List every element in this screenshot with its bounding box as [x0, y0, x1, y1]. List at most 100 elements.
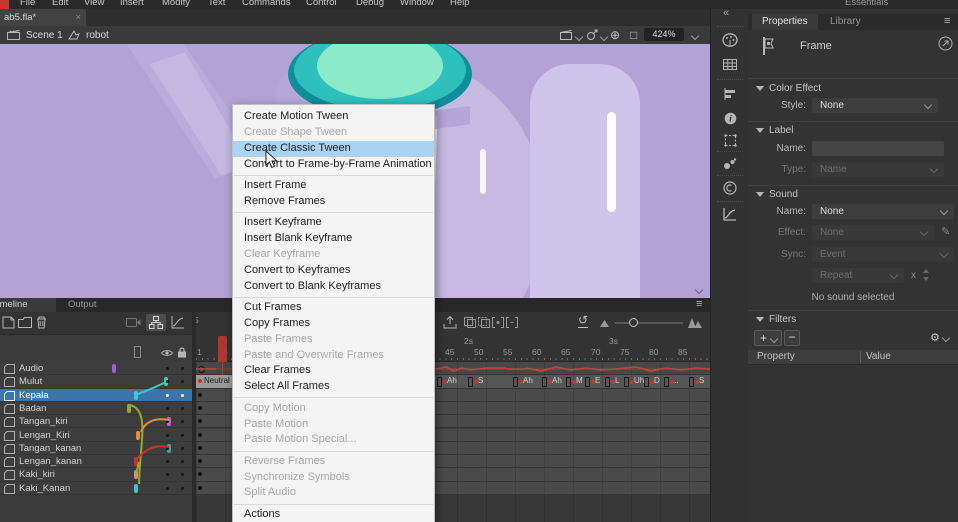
menu-item-insert-frame[interactable]: Insert Frame — [233, 178, 434, 194]
lock-dot[interactable] — [181, 394, 184, 397]
mouth-keyframe[interactable]: S — [478, 376, 483, 387]
sound-name-dropdown[interactable]: None — [812, 204, 954, 219]
mouth-keyframe[interactable]: Ah — [552, 376, 562, 387]
label-name-input[interactable] — [812, 141, 944, 156]
menu-modify[interactable]: Modify — [162, 0, 190, 8]
menu-item-remove-frames[interactable]: Remove Frames — [233, 194, 434, 210]
menu-debug[interactable]: Debug — [356, 0, 384, 8]
frame-size-slider-knob[interactable] — [629, 318, 638, 327]
lock-dot[interactable] — [181, 460, 184, 463]
lock-icon[interactable] — [177, 347, 187, 358]
lock-dot[interactable] — [181, 447, 184, 450]
workspace-switcher[interactable]: Essentials — [845, 0, 888, 8]
transform-panel-icon[interactable] — [720, 131, 740, 149]
menu-help[interactable]: Help — [450, 0, 470, 8]
edit-multiple-frames-icon[interactable] — [492, 317, 504, 328]
layer-row-lengan-kiri[interactable]: Lengan_Kiri — [0, 429, 196, 442]
layer-row-kaki-kanan[interactable]: Kaki_Kanan — [0, 482, 196, 495]
lock-dot[interactable] — [181, 380, 184, 383]
mouth-keyframe[interactable]: .. — [674, 376, 678, 387]
timeline-menu-icon[interactable]: ≡ — [696, 298, 702, 310]
layer-row-audio[interactable]: Audio — [0, 362, 196, 375]
clip-content-icon[interactable]: □ — [630, 28, 637, 42]
graph-editor-icon[interactable] — [171, 316, 185, 329]
collapse-panels-icon[interactable]: « — [723, 7, 729, 19]
motion-editor-panel-icon[interactable] — [720, 205, 740, 223]
layer-row-tangan-kanan[interactable]: Tangan_kanan — [0, 442, 196, 455]
menu-item-select-all-frames[interactable]: Select All Frames — [233, 379, 434, 395]
visibility-dot[interactable] — [166, 473, 169, 476]
layer-color-marker[interactable] — [134, 484, 138, 493]
mouth-keyframe[interactable]: Uh — [634, 376, 644, 387]
edit-symbols-icon[interactable] — [586, 29, 598, 41]
modify-markers-icon[interactable] — [506, 317, 518, 328]
tab-properties[interactable]: Properties — [752, 14, 818, 30]
lock-dot[interactable] — [181, 473, 184, 476]
menu-item-cut-frames[interactable]: Cut Frames — [233, 300, 434, 316]
breadcrumb-scene[interactable]: Scene 1 — [26, 30, 63, 41]
menu-item-convert-to-blank-keyframes[interactable]: Convert to Blank Keyframes — [233, 279, 434, 295]
breadcrumb-symbol[interactable]: robot — [86, 30, 109, 41]
mouth-keyframe[interactable]: M — [576, 376, 583, 387]
layer-row-kepala[interactable]: Kepala — [0, 389, 196, 402]
section-label[interactable]: Label — [756, 125, 793, 136]
playhead-marker[interactable] — [218, 336, 227, 362]
visibility-dot[interactable] — [166, 460, 169, 463]
color-panel-icon[interactable] — [720, 31, 740, 49]
visibility-dot[interactable] — [166, 380, 169, 383]
visibility-dot[interactable] — [166, 407, 169, 410]
menu-window[interactable]: Window — [400, 0, 434, 8]
remove-filter-button[interactable]: − — [784, 330, 800, 346]
show-parenting-button[interactable] — [146, 314, 166, 331]
center-stage-icon[interactable]: ⊕ — [610, 28, 620, 42]
info-panel-icon[interactable]: i — [720, 109, 740, 127]
layer-color-marker[interactable] — [134, 391, 138, 400]
visibility-dot[interactable] — [166, 487, 169, 490]
layer-row-kaki-kiri[interactable]: Kaki_kiri — [0, 468, 196, 481]
quick-share-icon[interactable] — [938, 36, 953, 51]
mouth-keyframe[interactable]: S — [699, 376, 704, 387]
new-folder-icon[interactable] — [18, 317, 32, 328]
section-sound[interactable]: Sound — [756, 189, 798, 200]
layer-color-marker[interactable] — [127, 404, 131, 413]
zoom-chevron[interactable] — [691, 32, 699, 40]
close-icon[interactable]: × — [75, 9, 81, 26]
menu-control[interactable]: Control — [306, 0, 337, 8]
brush-library-panel-icon[interactable] — [720, 155, 740, 173]
eye-icon[interactable] — [161, 349, 173, 357]
section-filters[interactable]: Filters — [756, 314, 796, 325]
layer-color-marker[interactable] — [134, 470, 138, 479]
filter-options-button[interactable]: ⚙ — [930, 330, 956, 346]
menu-item-convert-frame-by-frame[interactable]: Convert to Frame-by-Frame Animation › — [233, 157, 434, 173]
menu-item-clear-frames[interactable]: Clear Frames — [233, 363, 434, 379]
edit-symbols-chevron[interactable] — [600, 33, 608, 41]
layer-color-marker[interactable] — [136, 431, 140, 440]
layer-row-tangan-kiri[interactable]: Tangan_kiri — [0, 415, 196, 428]
panel-menu-icon[interactable]: ≡ — [944, 15, 950, 27]
edit-scene-icon[interactable] — [560, 30, 574, 40]
lock-dot[interactable] — [181, 487, 184, 490]
mouth-keyframe[interactable]: Ah — [523, 376, 533, 387]
layer-row-mulut[interactable]: Mulut — [0, 375, 196, 388]
stage-zoom-value[interactable]: 424% — [644, 28, 684, 41]
menu-item-insert-keyframe[interactable]: Insert Keyframe — [233, 215, 434, 231]
menu-commands[interactable]: Commands — [242, 0, 291, 8]
swatches-panel-icon[interactable] — [720, 55, 740, 73]
layer-row-lengan-kanan[interactable]: Lengan_kanan — [0, 455, 196, 468]
app-icon[interactable] — [0, 0, 9, 9]
lock-dot[interactable] — [181, 420, 184, 423]
shrink-frames-icon[interactable] — [600, 320, 609, 327]
edit-sound-envelope-icon[interactable]: ✎ — [941, 225, 950, 238]
menu-text[interactable]: Text — [208, 0, 225, 8]
menu-view[interactable]: View — [84, 0, 104, 8]
mouth-keyframe[interactable]: D — [654, 376, 660, 387]
delete-layer-icon[interactable] — [36, 316, 47, 329]
loop-icon[interactable]: ↺ — [578, 314, 588, 328]
onion-skin-icon[interactable] — [464, 317, 476, 328]
align-panel-icon[interactable] — [720, 85, 740, 103]
enlarge-frames-icon[interactable] — [688, 318, 702, 328]
menu-edit[interactable]: Edit — [52, 0, 68, 8]
section-color-effect[interactable]: Color Effect — [756, 83, 821, 94]
frame-size-slider-track[interactable] — [615, 322, 683, 324]
add-filter-button[interactable]: + — [754, 330, 782, 346]
